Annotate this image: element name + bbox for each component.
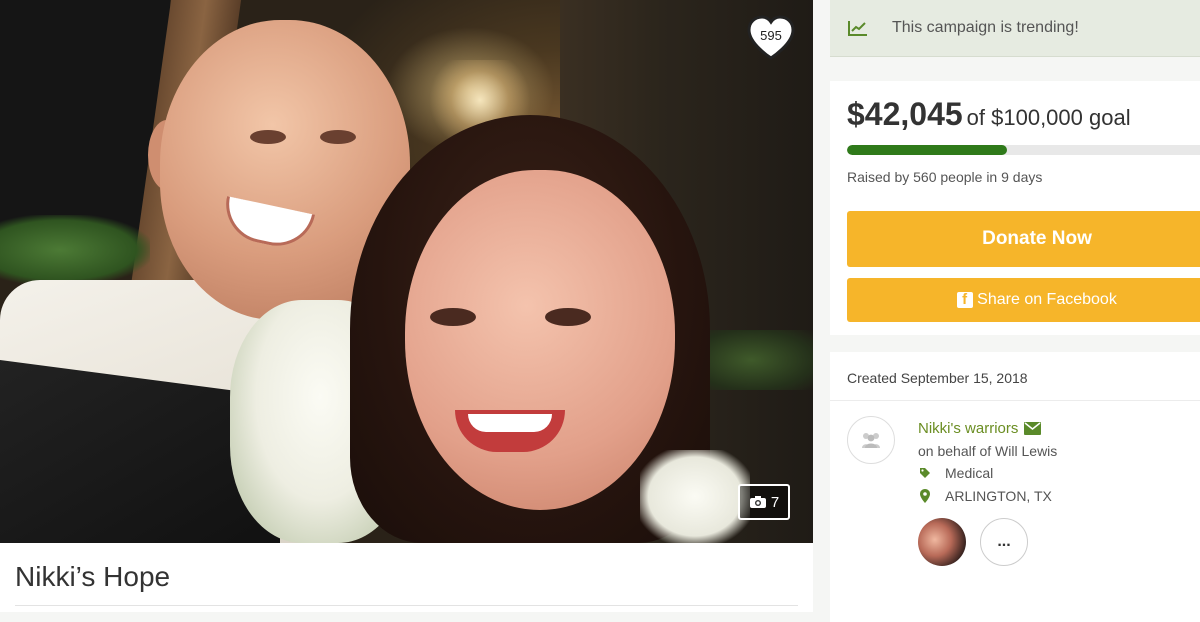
tag-icon	[918, 467, 932, 479]
location-text: ARLINGTON, TX	[918, 488, 1052, 504]
beneficiary-text: on behalf of Will Lewis	[918, 443, 1058, 459]
more-team-members-button[interactable]: ...	[980, 518, 1028, 566]
facebook-icon	[957, 291, 974, 308]
donation-card: $42,045 of $100,000 goal Raised by 560 pe…	[830, 81, 1200, 335]
camera-icon	[749, 496, 766, 508]
amount-raised: $42,045	[847, 96, 963, 132]
created-date: Created September 15, 2018	[847, 370, 1028, 386]
title-divider	[15, 605, 798, 606]
photo-woman-face	[405, 170, 675, 510]
campaign-hero-photo[interactable]: 595 7	[0, 0, 813, 543]
share-facebook-button[interactable]: Share on Facebook	[847, 278, 1200, 322]
raised-by-text: Raised by 560 people in 9 days	[847, 169, 1043, 185]
category-label: Medical	[945, 465, 994, 481]
trending-chart-icon	[848, 20, 868, 36]
campaign-title-area: Nikki’s Hope	[0, 543, 813, 612]
photo-woman-teeth	[468, 414, 552, 432]
organizer-avatar[interactable]	[847, 416, 895, 464]
donate-now-button[interactable]: Donate Now	[847, 211, 1200, 267]
trending-text: This campaign is trending!	[892, 19, 1079, 36]
organizer-name: Nikki's warriors	[918, 420, 1019, 437]
photo-man-eye	[250, 130, 286, 144]
location-label: ARLINGTON, TX	[945, 488, 1052, 504]
heart-count: 595	[760, 28, 782, 43]
heart-button[interactable]: 595	[745, 14, 797, 62]
team-member-avatar[interactable]	[918, 518, 966, 566]
envelope-icon[interactable]	[1024, 422, 1042, 435]
campaign-sidebar: This campaign is trending! $42,045 of $10…	[813, 0, 1200, 622]
progress-bar-fill	[847, 145, 1007, 155]
photo-man-eye	[320, 130, 356, 144]
photo-woman-eye	[430, 308, 476, 326]
funding-summary: $42,045 of $100,000 goal	[847, 96, 1131, 133]
map-marker-icon	[918, 489, 932, 503]
goal-text: of $100,000 goal	[966, 105, 1131, 130]
category-link[interactable]: Medical	[918, 465, 993, 481]
progress-bar	[847, 145, 1200, 155]
campaign-title: Nikki’s Hope	[15, 561, 171, 592]
user-group-icon	[862, 433, 880, 448]
trending-banner: This campaign is trending!	[830, 0, 1200, 57]
share-facebook-label: Share on Facebook	[977, 291, 1117, 308]
photo-count-label: 7	[770, 493, 780, 511]
photo-woman-lei	[640, 450, 750, 543]
photo-woman-eye	[545, 308, 591, 326]
organizer-divider	[830, 400, 1200, 401]
organizer-card: Created September 15, 2018 Nikki's warri…	[830, 352, 1200, 622]
photo-leaves	[0, 215, 150, 285]
organizer-name-link[interactable]: Nikki's warriors	[918, 420, 1042, 437]
photo-gallery-button[interactable]: 7	[738, 484, 790, 520]
